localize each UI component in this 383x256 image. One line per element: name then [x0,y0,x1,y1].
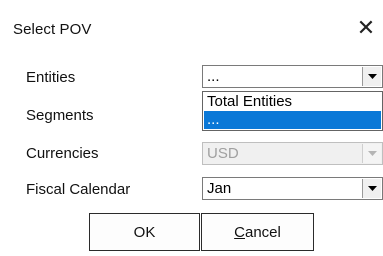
ok-label: OK [133,223,156,241]
entities-value: ... [207,68,220,85]
chevron-down-icon[interactable] [362,179,381,198]
currencies-label: Currencies [26,145,99,162]
fiscal-calendar-label: Fiscal Calendar [26,181,131,198]
chevron-down-icon [362,144,381,163]
entities-label: Entities [26,69,76,86]
segments-label: Segments [26,107,94,124]
dropdown-option-total-entities[interactable]: Total Entities [204,93,381,111]
chevron-down-icon[interactable] [362,67,381,86]
ok-button[interactable]: OK [89,213,200,251]
fiscal-calendar-combobox[interactable]: Jan [202,177,383,200]
currencies-combobox: USD [202,142,383,165]
currencies-value: USD [207,145,239,162]
select-pov-dialog: Select POV ✕ Entities ... Segments Curre… [0,0,383,256]
cancel-button[interactable]: Cancel [201,213,314,251]
dialog-title: Select POV [13,21,92,38]
entities-dropdown-list: Total Entities ... [202,91,383,131]
entities-combobox[interactable]: ... [202,65,383,88]
dropdown-option-selected[interactable]: ... [204,111,381,129]
fiscal-calendar-value: Jan [207,180,232,197]
close-icon[interactable]: ✕ [355,16,377,40]
cancel-label: Cancel [234,223,281,241]
